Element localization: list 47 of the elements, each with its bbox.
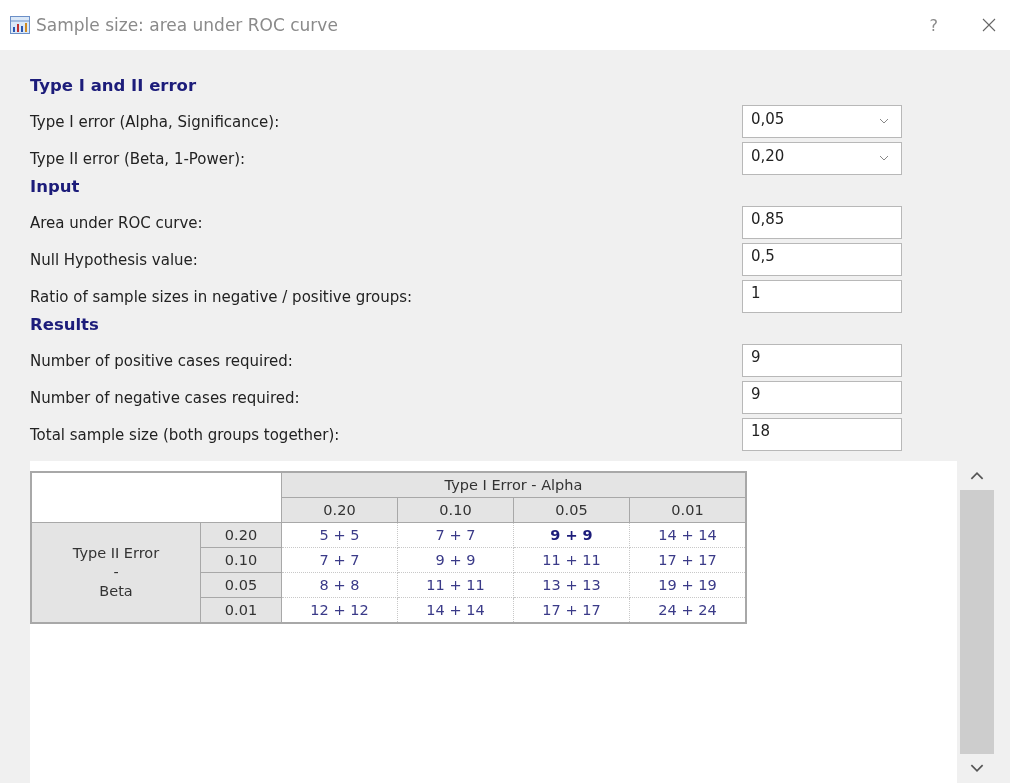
field-label: Type I error (Alpha, Significance): bbox=[30, 112, 281, 131]
column-header: 0.10 bbox=[397, 497, 514, 523]
input-field[interactable]: 1 bbox=[742, 280, 902, 313]
column-header: 0.20 bbox=[281, 497, 398, 523]
close-icon[interactable] bbox=[982, 18, 996, 32]
column-header: 0.01 bbox=[629, 497, 746, 523]
input-field[interactable]: 0,85 bbox=[742, 206, 902, 239]
column-group-header: Type I Error - Alpha bbox=[281, 472, 746, 498]
chevron-down-icon bbox=[879, 155, 889, 161]
scrollbar-thumb[interactable] bbox=[960, 490, 994, 754]
row-header: 0.10 bbox=[200, 547, 282, 573]
input-field[interactable]: 18 bbox=[742, 418, 902, 451]
input-field[interactable]: 9 bbox=[742, 381, 902, 414]
field-label: Area under ROC curve: bbox=[30, 213, 204, 232]
row-header: 0.05 bbox=[200, 572, 282, 598]
table-cell: 11 + 11 bbox=[513, 547, 630, 573]
table-cell: 9 + 9 bbox=[397, 547, 514, 573]
column-header: 0.05 bbox=[513, 497, 630, 523]
field-label: Total sample size (both groups together): bbox=[30, 425, 341, 444]
field-label: Type II error (Beta, 1-Power): bbox=[30, 149, 247, 168]
table-cell: 9 + 9 bbox=[513, 522, 630, 548]
scrollbar[interactable] bbox=[957, 461, 997, 783]
chevron-down-icon bbox=[879, 118, 889, 124]
section-heading: Results bbox=[30, 315, 100, 334]
field-label: Ratio of sample sizes in negative / positive groups: bbox=[30, 287, 414, 306]
row-header: 0.20 bbox=[200, 522, 282, 548]
section-heading: Input bbox=[30, 177, 81, 196]
field-label: Number of negative cases required: bbox=[30, 388, 301, 407]
window-title: Sample size: area under ROC curve bbox=[36, 15, 338, 35]
section-heading: Type I and II error bbox=[30, 76, 198, 95]
table-cell: 5 + 5 bbox=[281, 522, 398, 548]
scroll-up-icon[interactable] bbox=[970, 471, 984, 480]
field-label: Number of positive cases required: bbox=[30, 351, 294, 370]
dropdown[interactable]: 0,20 bbox=[742, 142, 902, 175]
input-field[interactable]: 0,5 bbox=[742, 243, 902, 276]
row-header: 0.01 bbox=[200, 597, 282, 623]
dropdown[interactable]: 0,05 bbox=[742, 105, 902, 138]
chart-icon bbox=[10, 16, 30, 34]
table-cell: 7 + 7 bbox=[397, 522, 514, 548]
table-cell: 13 + 13 bbox=[513, 572, 630, 598]
table-cell: 11 + 11 bbox=[397, 572, 514, 598]
table-cell: 7 + 7 bbox=[281, 547, 398, 573]
field-label: Null Hypothesis value: bbox=[30, 250, 199, 269]
row-group-header: Type II Error - Beta bbox=[31, 522, 201, 623]
table-cell: 8 + 8 bbox=[281, 572, 398, 598]
input-field[interactable]: 9 bbox=[742, 344, 902, 377]
scroll-down-icon[interactable] bbox=[970, 764, 984, 773]
